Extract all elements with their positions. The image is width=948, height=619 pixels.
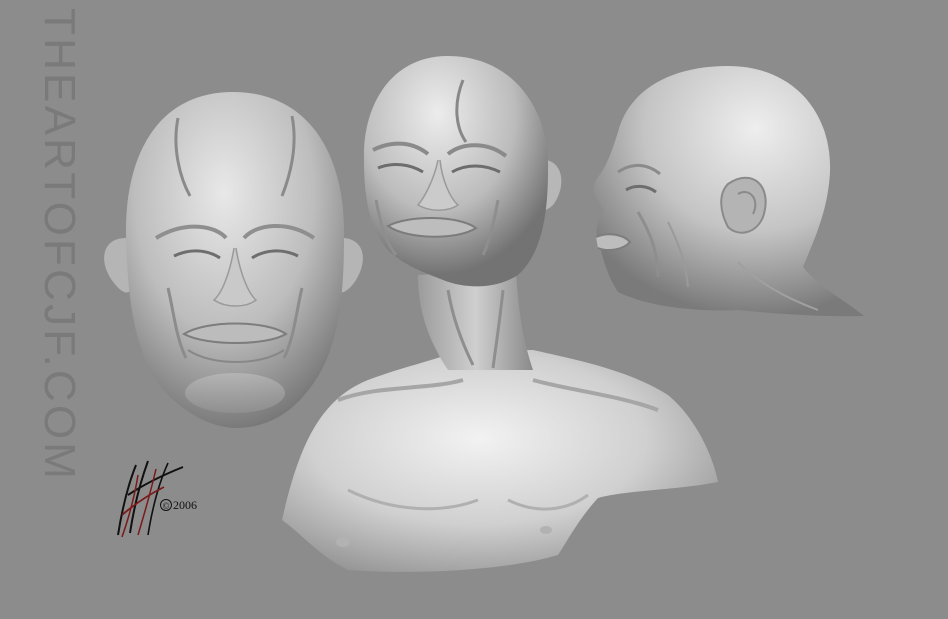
copyright-year: 2006	[173, 498, 197, 512]
copyright-notice: © 2006	[160, 498, 197, 513]
profile-head-sculpt	[593, 66, 864, 317]
copyright-symbol: ©	[160, 499, 172, 511]
artwork-canvas: THEARTOFCJF.COM © 2006	[0, 0, 948, 619]
watermark-text: THEARTOFCJF.COM	[44, 8, 84, 483]
watermark: THEARTOFCJF.COM	[44, 8, 86, 608]
